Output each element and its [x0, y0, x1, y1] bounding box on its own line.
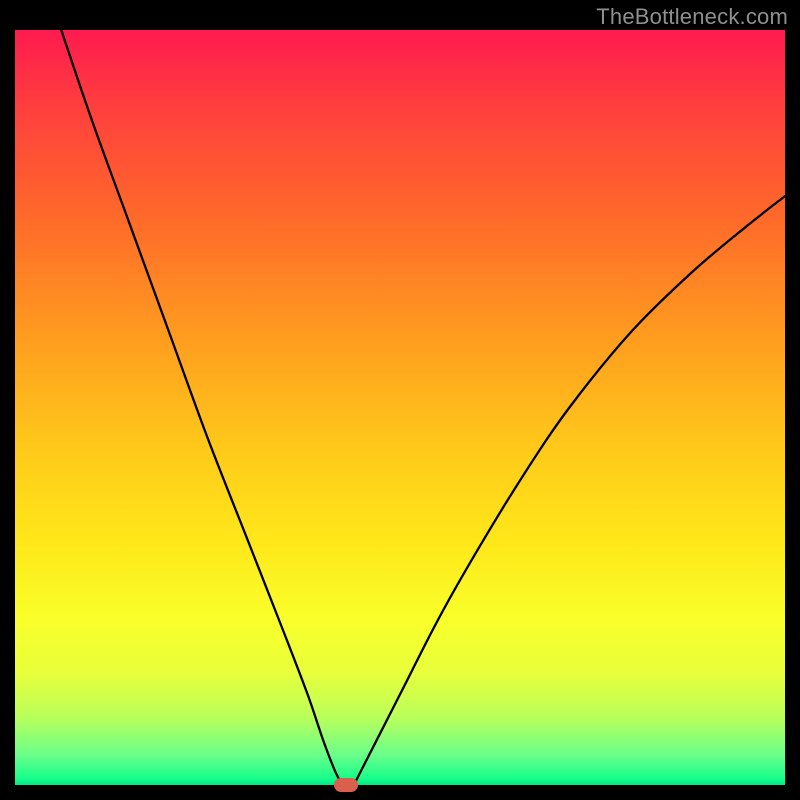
- plot-area: [15, 30, 785, 785]
- curve-layer: [15, 30, 785, 785]
- min-marker: [334, 778, 358, 792]
- watermark-text: TheBottleneck.com: [596, 4, 788, 30]
- chart-stage: TheBottleneck.com: [0, 0, 800, 800]
- curve-left-branch: [61, 30, 342, 785]
- curve-right-branch: [354, 196, 785, 785]
